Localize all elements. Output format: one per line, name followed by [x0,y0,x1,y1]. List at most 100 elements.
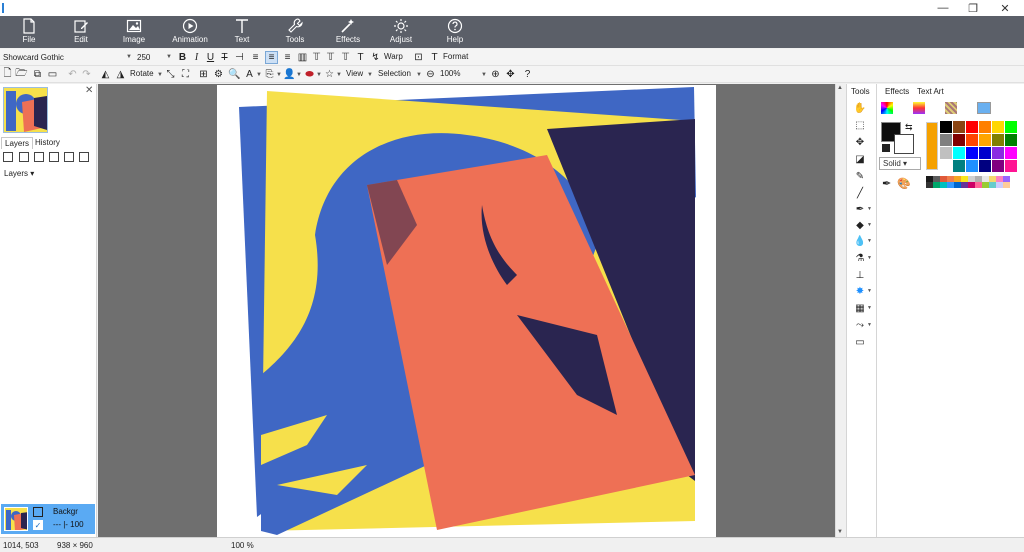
format-box-icon[interactable]: ⊡ [412,51,425,64]
recent-color-swatch[interactable] [926,182,933,188]
stamp-icon[interactable]: ⎘ [263,68,276,81]
warp-icon[interactable]: ↯ [369,51,382,64]
flip-horizontal-icon[interactable]: ◭ [99,68,112,81]
layer-opacity[interactable]: --- |- 100 [53,520,84,529]
recent-color-swatch[interactable] [947,182,954,188]
move-tool-icon[interactable]: ✥ [853,135,867,149]
text-fill-icon[interactable]: 𝕋 [339,51,352,64]
align-center-icon[interactable]: ≡ [265,51,278,64]
text-tool-icon[interactable]: A [243,68,256,81]
recent-color-swatch[interactable] [996,182,1003,188]
recent-color-swatch[interactable] [975,182,982,188]
italic-icon[interactable]: I [190,51,203,64]
sparkle-icon[interactable]: ✸ ▼ [853,284,872,298]
warp-label[interactable]: Warp [384,52,403,61]
scroll-down-icon[interactable]: ▼ [837,529,843,535]
zoom-in-icon[interactable]: ⊕ [489,68,502,81]
swap-colors-icon[interactable]: ⇆ [905,122,913,133]
path-icon[interactable]: ⤳ ▼ [853,318,872,332]
maximize-button[interactable]: ❐ [958,0,988,16]
size-dropdown-caret[interactable]: ▼ [166,54,172,60]
undo-icon[interactable]: ↶ [66,68,79,81]
palette-swatch[interactable] [979,121,991,133]
palette-swatch[interactable] [940,134,952,146]
palette-menu-icon[interactable]: 🎨 [897,177,911,190]
pattern-palette-icon[interactable] [945,102,957,114]
recent-color-swatch[interactable] [954,182,961,188]
align-right-icon[interactable]: ≡ [281,51,294,64]
help-icon[interactable]: ? [521,68,534,81]
palette-swatch[interactable] [940,121,952,133]
palette-swatch[interactable] [966,160,978,172]
menu-edit[interactable]: Edit [64,16,98,48]
reset-colors-icon[interactable] [882,144,890,152]
recent-color-swatch[interactable] [968,182,975,188]
recent-color-swatch[interactable] [961,182,968,188]
font-select[interactable]: Showcard Gothic [1,51,131,64]
recent-color-swatch[interactable] [982,182,989,188]
grid-icon[interactable]: ⊞ [197,68,210,81]
palette-swatch[interactable] [940,147,952,159]
text-curve-icon[interactable]: T [354,51,367,64]
align-left-icon[interactable]: ≡ [249,51,262,64]
image-palette-icon[interactable] [977,102,991,114]
layer-grid-icon[interactable] [3,152,13,162]
menu-animation[interactable]: Animation [168,16,212,48]
layer-duplicate-icon[interactable] [49,152,59,162]
vertical-scrollbar[interactable]: ▲ ▼ [835,84,845,537]
flip-vertical-icon[interactable]: ◮ [114,68,127,81]
tab-layers[interactable]: Layers [1,137,34,149]
person-icon[interactable]: 👤 [283,68,296,81]
menu-text[interactable]: Text [225,16,259,48]
palette-swatch[interactable] [940,160,952,172]
palette-swatch[interactable] [953,121,965,133]
palette-swatch[interactable] [1005,147,1017,159]
zoom-out-icon[interactable]: ⊖ [424,68,437,81]
pencil-icon[interactable]: ✎ [853,169,867,183]
redo-icon[interactable]: ↷ [80,68,93,81]
pen-icon[interactable]: ✒ ▼ [853,202,872,216]
palette-swatch[interactable] [979,134,991,146]
format-text-icon[interactable]: T [428,51,441,64]
palette-swatch[interactable] [966,147,978,159]
layer-checkbox[interactable]: ✓ [33,520,43,530]
palette-swatch[interactable] [953,147,965,159]
menu-help[interactable]: Help [438,16,472,48]
text-outline-icon[interactable]: 𝕋 [310,51,323,64]
palette-swatch[interactable] [979,147,991,159]
menu-image[interactable]: Image [117,16,151,48]
flask-icon[interactable]: ⚗ ▼ [853,251,872,265]
palette-swatch[interactable] [953,160,965,172]
recent-color-swatch[interactable] [933,182,940,188]
palette-swatch[interactable] [992,121,1004,133]
selection-menu[interactable]: Selection [378,69,411,78]
tools-header[interactable]: Tools [851,87,870,96]
layer-select-icon[interactable] [19,152,29,162]
menu-effects[interactable]: Effects [331,16,365,48]
rotate-label[interactable]: Rotate [130,69,154,78]
settings-icon[interactable]: ⚙ [212,68,225,81]
tab-history[interactable]: History [32,137,63,148]
underline-icon[interactable]: U [204,51,217,64]
paste-icon[interactable]: ▭ [46,68,59,81]
font-dropdown-caret[interactable]: ▼ [126,54,132,60]
eraser-icon[interactable]: ◆ ▼ [853,218,872,232]
layer-folder-icon[interactable] [34,152,44,162]
palette-swatch[interactable] [979,160,991,172]
image-thumbnail[interactable] [3,87,48,133]
image-canvas[interactable] [217,85,716,537]
star-icon[interactable]: ☆ [323,68,336,81]
palette-swatch[interactable] [992,134,1004,146]
tab-effects[interactable]: Effects [885,87,909,96]
lips-icon[interactable]: ⬬ [303,68,316,81]
layer-row[interactable]: ✓ Backgr --- |- 100 [1,504,95,534]
resize-icon[interactable]: ⤡ [164,68,177,81]
menu-tools[interactable]: Tools [278,16,312,48]
fill-bucket-icon[interactable]: ◪ [853,152,867,166]
close-button[interactable]: ✕ [990,0,1020,16]
background-color-swatch[interactable] [894,134,914,154]
line-icon[interactable]: ╱ [853,186,867,200]
gradient-palette-icon[interactable] [913,102,925,114]
palette-swatch[interactable] [1005,134,1017,146]
menu-adjust[interactable]: Adjust [384,16,418,48]
